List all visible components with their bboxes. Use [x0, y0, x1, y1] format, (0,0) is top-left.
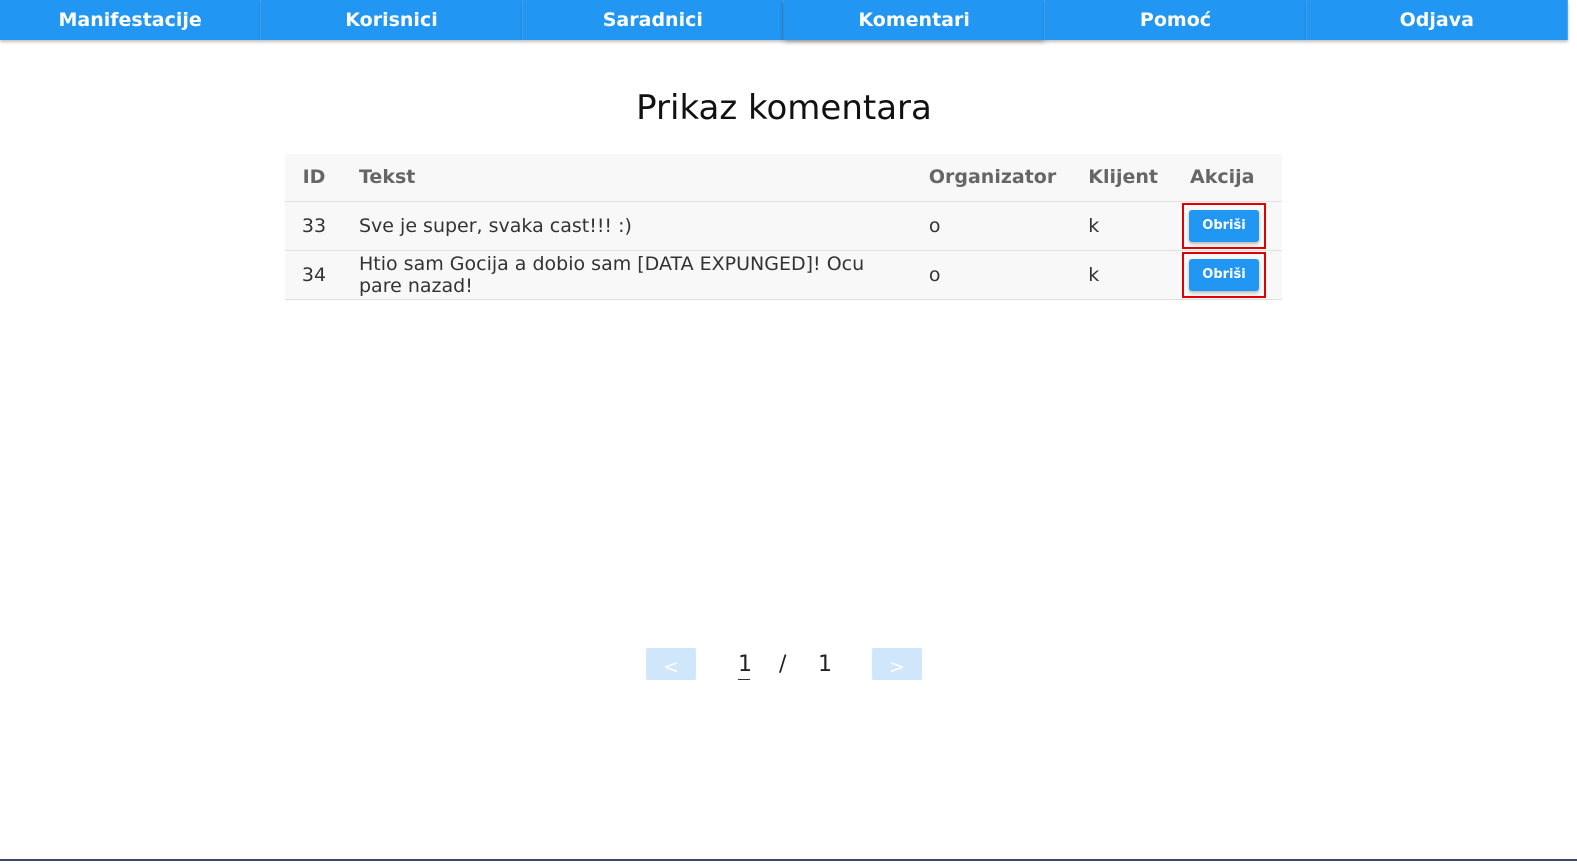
header-id: ID	[302, 166, 326, 189]
nav-pomoc[interactable]: Pomoć	[1045, 0, 1307, 40]
header-tekst: Tekst	[359, 166, 416, 189]
prev-page-button[interactable]: <	[646, 648, 696, 680]
nav-saradnici[interactable]: Saradnici	[522, 0, 784, 40]
header-organizator: Organizator	[928, 166, 1057, 189]
cell-organizator: o	[928, 214, 941, 237]
cell-klijent: k	[1088, 214, 1100, 237]
table-header-row: ID Tekst Organizator Klijent Akcija	[285, 154, 1282, 201]
delete-button[interactable]: Obriši	[1189, 209, 1259, 242]
comments-table-container: ID Tekst Organizator Klijent Akcija 33 S…	[285, 154, 1282, 300]
delete-highlight: Obriši	[1182, 202, 1266, 249]
table-row: 33 Sve je super, svaka cast!!! :) o k Ob…	[285, 201, 1282, 250]
nav-manifestacije[interactable]: Manifestacije	[0, 0, 262, 40]
delete-button[interactable]: Obriši	[1189, 258, 1259, 291]
comments-table: ID Tekst Organizator Klijent Akcija 33 S…	[285, 154, 1282, 300]
table-row: 34 Htio sam Gocija a dobio sam [DATA EXP…	[285, 250, 1282, 299]
delete-highlight: Obriši	[1182, 251, 1266, 298]
cell-tekst: Sve je super, svaka cast!!! :)	[359, 214, 632, 237]
total-pages: 1	[818, 652, 832, 677]
page-title: Prikaz komentara	[636, 88, 932, 128]
nav-korisnici[interactable]: Korisnici	[261, 0, 523, 40]
nav-komentari[interactable]: Komentari	[783, 0, 1046, 40]
cell-tekst: Htio sam Gocija a dobio sam [DATA EXPUNG…	[359, 252, 865, 297]
cell-id: 34	[301, 263, 327, 286]
cell-id: 33	[301, 214, 327, 237]
next-page-button[interactable]: >	[872, 648, 922, 680]
cell-organizator: o	[928, 263, 941, 286]
header-akcija: Akcija	[1190, 166, 1255, 189]
header-klijent: Klijent	[1088, 166, 1158, 189]
pagination: < 1 / 1 >	[646, 648, 922, 688]
nav-odjava[interactable]: Odjava	[1306, 0, 1568, 40]
page-separator: /	[779, 652, 787, 677]
cell-akcija: Obriši	[1174, 201, 1282, 250]
window-bottom-border	[0, 859, 1577, 861]
cell-klijent: k	[1088, 263, 1100, 286]
cell-akcija: Obriši	[1174, 250, 1282, 299]
top-nav: Manifestacije Korisnici Saradnici Koment…	[0, 0, 1568, 40]
current-page-input[interactable]: 1	[738, 652, 752, 680]
